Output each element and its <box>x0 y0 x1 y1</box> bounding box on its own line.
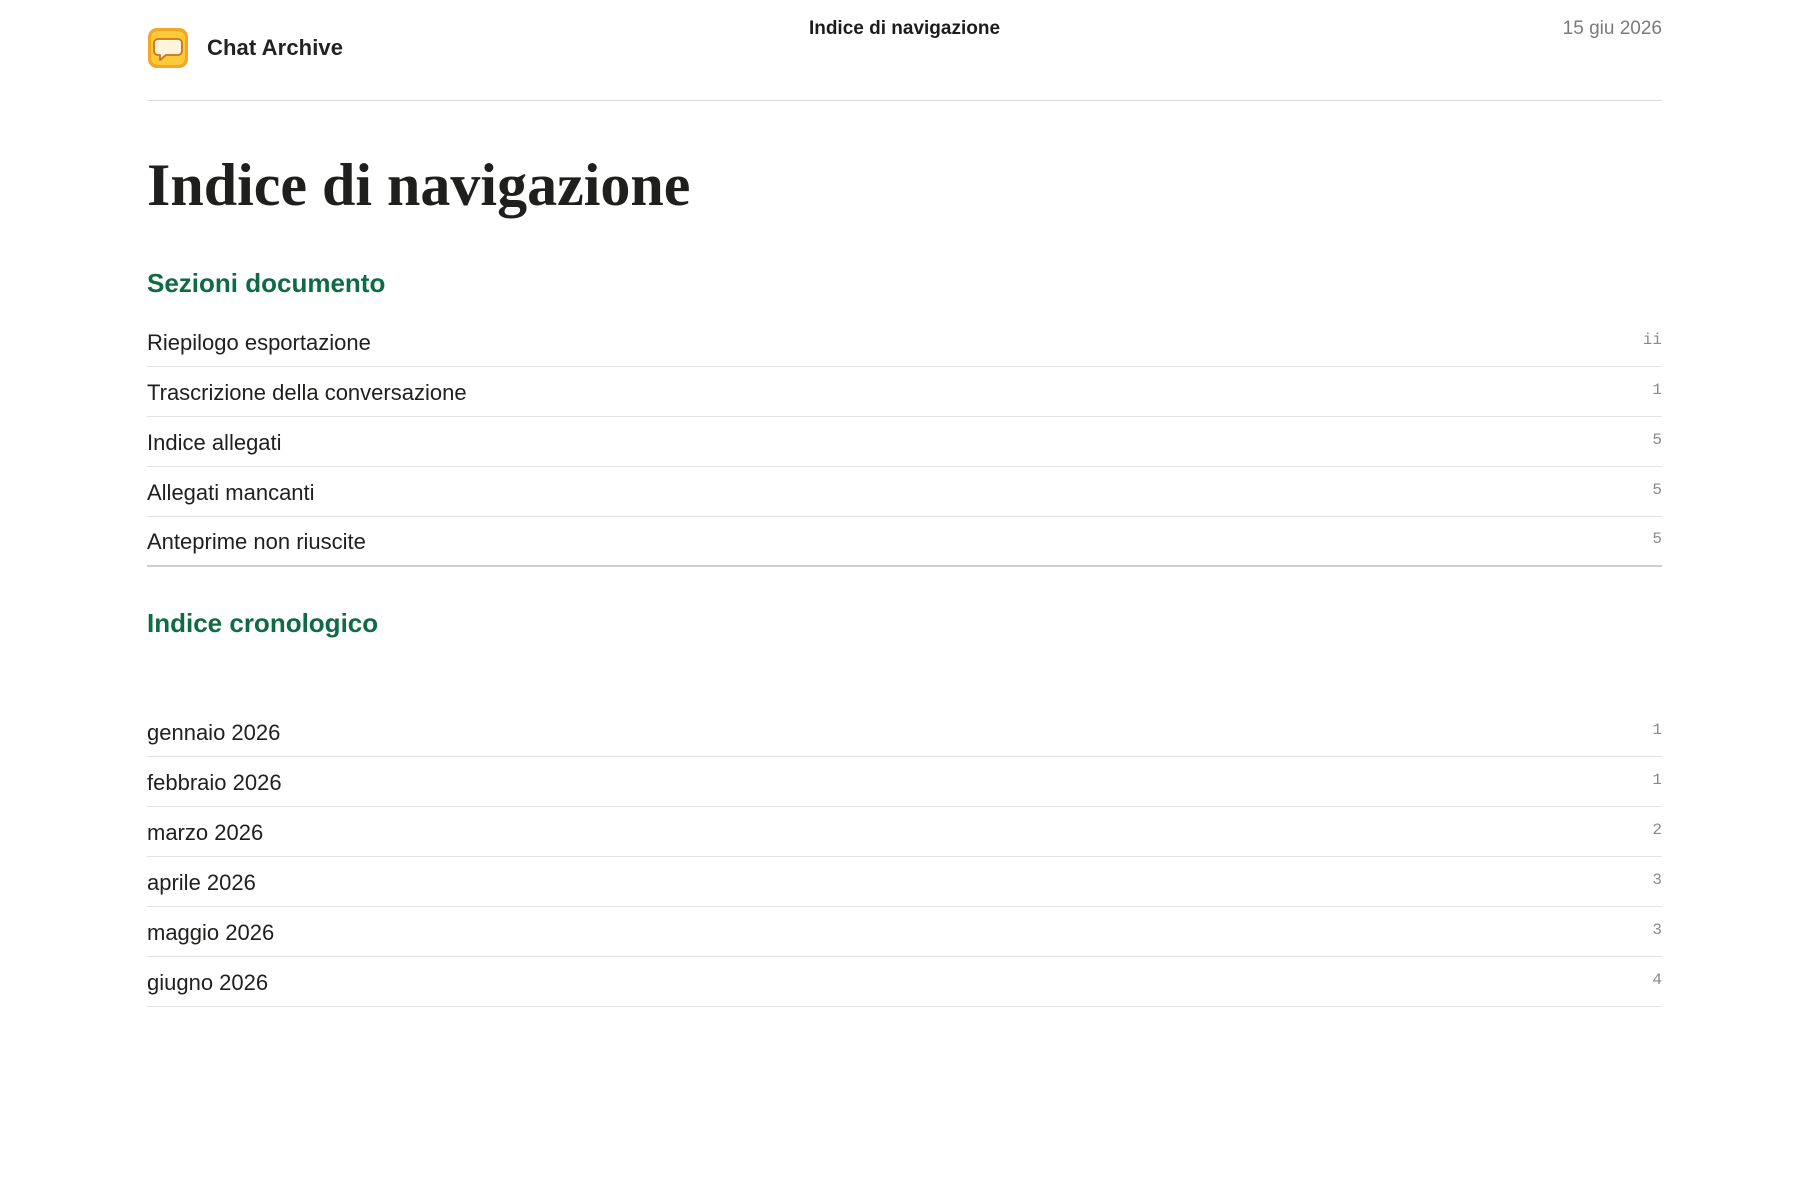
toc-entry-label[interactable]: Anteprime non riuscite <box>147 527 366 555</box>
toc-row[interactable]: Trascrizione della conversazione 1 <box>147 367 1662 417</box>
toc-page-number: 1 <box>1652 720 1662 739</box>
header-title: Indice di navigazione <box>808 18 1001 39</box>
toc-row[interactable]: marzo 2026 2 <box>147 807 1662 857</box>
toc-row[interactable]: Allegati mancanti 5 <box>147 467 1662 517</box>
toc-page-number: 1 <box>1652 770 1662 789</box>
header-date: 15 giu 2026 <box>1562 18 1662 39</box>
toc-entry-label[interactable]: giugno 2026 <box>147 968 268 996</box>
toc-entry-label[interactable]: Riepilogo esportazione <box>147 328 371 356</box>
toc-page-number: 5 <box>1652 430 1662 449</box>
toc-page-number: 3 <box>1652 920 1662 939</box>
toc-entry-label[interactable]: gennaio 2026 <box>147 718 280 746</box>
toc-row[interactable]: aprile 2026 3 <box>147 857 1662 907</box>
toc-row[interactable]: giugno 2026 4 <box>147 957 1662 1007</box>
toc-row[interactable]: febbraio 2026 1 <box>147 757 1662 807</box>
sections-list: Riepilogo esportazione ii Trascrizione d… <box>147 317 1662 567</box>
toc-entry-label[interactable]: Trascrizione della conversazione <box>147 378 467 406</box>
toc-page-number: 5 <box>1652 530 1662 548</box>
page-title: Indice di navigazione <box>147 152 691 218</box>
toc-row[interactable]: gennaio 2026 1 <box>147 707 1662 757</box>
page-header: Chat Archive Indice di navigazione 15 gi… <box>147 0 1662 101</box>
sections-heading: Sezioni documento <box>147 268 386 298</box>
toc-entry-label[interactable]: Allegati mancanti <box>147 478 315 506</box>
toc-entry-label[interactable]: maggio 2026 <box>147 918 274 946</box>
toc-entry-label[interactable]: Indice allegati <box>147 428 282 456</box>
toc-row[interactable]: Indice allegati 5 <box>147 417 1662 467</box>
toc-row[interactable]: Anteprime non riuscite 5 <box>147 517 1662 567</box>
toc-page-number: ii <box>1642 330 1662 349</box>
toc-entry-label[interactable]: febbraio 2026 <box>147 768 282 796</box>
toc-row[interactable]: Riepilogo esportazione ii <box>147 317 1662 367</box>
toc-entry-label[interactable]: marzo 2026 <box>147 818 263 846</box>
toc-row[interactable]: maggio 2026 3 <box>147 907 1662 957</box>
chronological-heading: Indice cronologico <box>147 608 379 638</box>
toc-page-number: 4 <box>1652 970 1662 989</box>
toc-page-number: 3 <box>1652 870 1662 889</box>
toc-page-number: 2 <box>1652 820 1662 839</box>
document-page: Chat Archive Indice di navigazione 15 gi… <box>147 0 1662 1007</box>
toc-page-number: 1 <box>1652 380 1662 399</box>
toc-entry-label[interactable]: aprile 2026 <box>147 868 256 896</box>
chronological-list: gennaio 2026 1 febbraio 2026 1 marzo 202… <box>147 707 1662 1007</box>
toc-page-number: 5 <box>1652 480 1662 499</box>
